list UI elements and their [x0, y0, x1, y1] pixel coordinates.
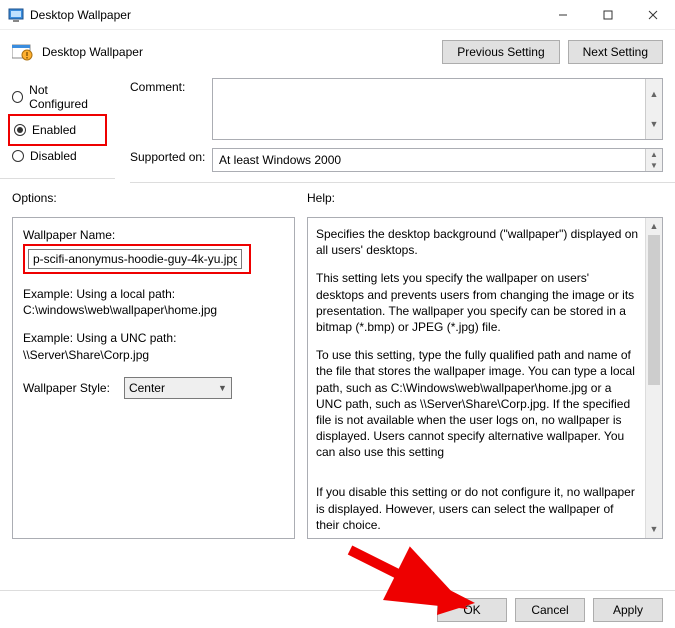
- scroll-up-icon[interactable]: ▲: [646, 218, 662, 235]
- enabled-highlight: Enabled: [8, 114, 107, 146]
- scrollbar-thumb[interactable]: [648, 235, 660, 385]
- scroll-up-icon[interactable]: ▲: [646, 79, 662, 109]
- close-button[interactable]: [630, 0, 675, 29]
- ok-button[interactable]: OK: [437, 598, 507, 622]
- help-scrollbar[interactable]: ▲ ▼: [645, 218, 662, 538]
- window-title: Desktop Wallpaper: [30, 8, 131, 22]
- radio-label: Not Configured: [29, 83, 103, 111]
- cancel-button[interactable]: Cancel: [515, 598, 585, 622]
- wallpaper-style-select[interactable]: Center ▼: [124, 377, 232, 399]
- page-title: Desktop Wallpaper: [42, 45, 143, 59]
- top-form: Comment: ▲ ▼ Supported on: At least Wind…: [130, 72, 675, 183]
- help-text: To use this setting, type the fully qual…: [316, 347, 640, 460]
- maximize-button[interactable]: [585, 0, 630, 29]
- policy-icon: [12, 43, 34, 61]
- example-local-label: Example: Using a local path:: [23, 286, 284, 302]
- scroll-down-icon[interactable]: ▼: [646, 521, 662, 538]
- help-text: If you disable this setting or do not co…: [316, 484, 640, 533]
- select-value: Center: [129, 381, 165, 395]
- radio-icon: [12, 150, 24, 162]
- app-icon: [8, 7, 24, 23]
- comment-label: Comment:: [130, 78, 212, 140]
- radio-icon: [14, 124, 26, 136]
- options-panel: Wallpaper Name: Example: Using a local p…: [12, 217, 295, 539]
- help-text: Specifies the desktop background ("wallp…: [316, 226, 640, 258]
- options-heading: Options:: [12, 191, 295, 205]
- help-heading: Help:: [307, 191, 663, 205]
- wallpaper-style-label: Wallpaper Style:: [23, 381, 110, 395]
- scroll-down-icon[interactable]: ▼: [646, 160, 662, 171]
- supported-label: Supported on:: [130, 148, 212, 172]
- example-local-value: C:\windows\web\wallpaper\home.jpg: [23, 302, 284, 318]
- help-text: This setting lets you specify the wallpa…: [316, 270, 640, 335]
- radio-disabled[interactable]: Disabled: [12, 144, 103, 168]
- dialog-footer: OK Cancel Apply: [0, 590, 675, 628]
- radio-not-configured[interactable]: Not Configured: [12, 78, 103, 116]
- radio-label: Disabled: [30, 149, 77, 163]
- chevron-down-icon: ▼: [218, 383, 227, 393]
- main-columns: Options: Wallpaper Name: Example: Using …: [0, 183, 675, 539]
- supported-on-field: At least Windows 2000 ▲ ▼: [212, 148, 663, 172]
- next-setting-button[interactable]: Next Setting: [568, 40, 663, 64]
- state-radio-group: Not Configured Enabled Disabled: [0, 72, 115, 179]
- comment-textarea[interactable]: ▲ ▼: [212, 78, 663, 140]
- previous-setting-button[interactable]: Previous Setting: [442, 40, 559, 64]
- example-unc-value: \\Server\Share\Corp.jpg: [23, 347, 284, 363]
- supported-scroll[interactable]: ▲ ▼: [645, 149, 662, 171]
- supported-value: At least Windows 2000: [219, 153, 341, 167]
- scroll-down-icon[interactable]: ▼: [646, 109, 662, 139]
- titlebar: Desktop Wallpaper: [0, 0, 675, 30]
- wallpaper-name-highlight: [23, 244, 251, 274]
- radio-label: Enabled: [32, 123, 76, 137]
- radio-enabled[interactable]: Enabled: [14, 118, 101, 142]
- example-unc-label: Example: Using a UNC path:: [23, 330, 284, 346]
- scroll-up-icon[interactable]: ▲: [646, 149, 662, 160]
- help-panel: Specifies the desktop background ("wallp…: [307, 217, 663, 539]
- minimize-button[interactable]: [540, 0, 585, 29]
- textarea-scroll[interactable]: ▲ ▼: [645, 79, 662, 139]
- wallpaper-name-input[interactable]: [28, 249, 242, 269]
- wallpaper-name-label: Wallpaper Name:: [23, 228, 284, 242]
- apply-button[interactable]: Apply: [593, 598, 663, 622]
- radio-icon: [12, 91, 23, 103]
- header: Desktop Wallpaper Previous Setting Next …: [0, 30, 675, 72]
